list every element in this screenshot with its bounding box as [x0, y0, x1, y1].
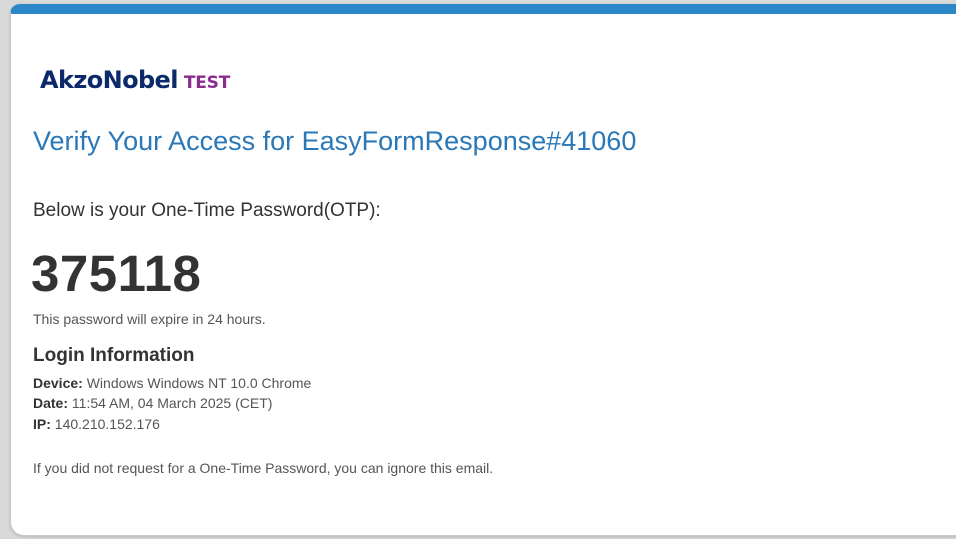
- ignore-email-note: If you did not request for a One-Time Pa…: [33, 460, 494, 476]
- date-value: 11:54 AM, 04 March 2025 (CET): [71, 395, 273, 411]
- email-viewport: AkzoNobel TEST Verify Your Access for Eas…: [0, 0, 956, 539]
- logo-brand-text: AkzoNobel: [40, 66, 178, 94]
- otp-expiry-note: This password will expire in 24 hours.: [33, 311, 266, 327]
- ip-label: IP:: [33, 416, 51, 432]
- login-info-heading: Login Information: [33, 345, 195, 366]
- email-card: AkzoNobel TEST Verify Your Access for Eas…: [10, 4, 956, 536]
- login-ip-row: IP: 140.210.152.176: [33, 416, 160, 432]
- otp-code: 375118: [31, 245, 202, 302]
- device-label: Device:: [33, 375, 83, 391]
- login-date-row: Date: 11:54 AM, 04 March 2025 (CET): [33, 395, 272, 411]
- email-title: Verify Your Access for EasyFormResponse#…: [33, 126, 637, 156]
- device-value: Windows Windows NT 10.0 Chrome: [86, 375, 312, 391]
- date-label: Date:: [33, 395, 69, 411]
- otp-intro-text: Below is your One-Time Password(OTP):: [33, 200, 381, 221]
- company-logo: AkzoNobel TEST: [40, 66, 230, 94]
- login-device-row: Device: Windows Windows NT 10.0 Chrome: [33, 375, 311, 391]
- logo-environment-tag: TEST: [183, 73, 231, 93]
- ip-value: 140.210.152.176: [54, 416, 160, 432]
